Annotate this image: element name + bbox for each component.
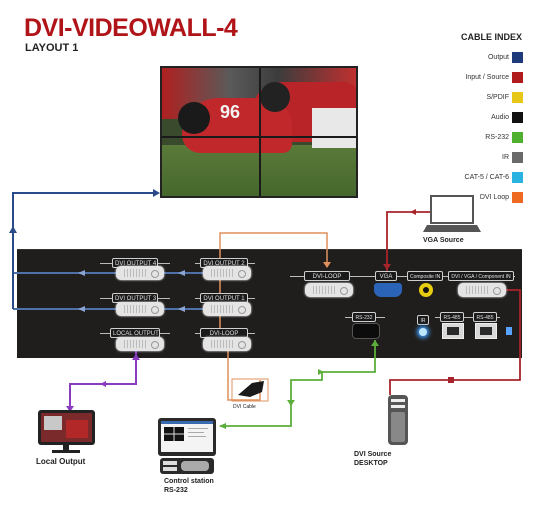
arrow-icon [287, 400, 295, 406]
arrow-icon [448, 377, 454, 383]
ir-sensor-icon [419, 328, 427, 336]
dvi-port-output-3[interactable] [116, 302, 164, 316]
control-station-caption-line1: Control station [164, 478, 214, 485]
dvi-port-output-1[interactable] [203, 302, 251, 316]
local-output-cable [69, 350, 137, 410]
arrow-icon [219, 423, 226, 429]
arrow-icon [323, 262, 331, 268]
control-station-caption: Control station RS-232 [164, 477, 214, 495]
port-label-vga: VGA [375, 271, 397, 281]
arrow-icon [383, 264, 391, 270]
output-cable [12, 192, 158, 309]
control-station-caption-line2: RS-232 [164, 487, 188, 494]
dvi-port-loop-in[interactable] [305, 283, 353, 297]
dvi-source-caption-line1: DVI Source [354, 451, 392, 458]
composite-rca-port[interactable] [419, 283, 433, 297]
arrow-icon [153, 189, 160, 197]
port-label-ir: IR [417, 315, 429, 325]
arrow-icon [371, 340, 379, 346]
arrow-icon [100, 381, 106, 387]
arrow-icon [410, 209, 416, 215]
control-station-icon [158, 418, 216, 474]
dvi-port-output-4[interactable] [116, 266, 164, 280]
vga-port[interactable] [374, 283, 402, 297]
rs232-port[interactable] [352, 323, 380, 339]
port-label-composite-in: Composite IN [407, 271, 443, 281]
arrow-icon [78, 306, 85, 312]
arrow-icon [178, 270, 185, 276]
local-output-caption: Local Output [36, 457, 86, 466]
dvi-source-caption-line2: DESKTOP [354, 460, 388, 467]
status-led-icon [506, 327, 512, 335]
port-label-rs485-1: RS-485 [440, 312, 464, 322]
dvi-source-caption: DVI Source DESKTOP [354, 450, 391, 468]
port-label-dvi-loop-in: DVI-LOOP [304, 271, 350, 281]
port-label-rs232: RS-232 [352, 312, 376, 322]
cable-diagram [9, 189, 521, 474]
laptop-icon [423, 195, 481, 232]
arrow-icon [178, 306, 185, 312]
arrow-icon [78, 270, 85, 276]
dvi-source-cable [389, 289, 521, 395]
rs485-port-2[interactable] [475, 323, 497, 339]
port-label-rs485-2: RS-485 [473, 312, 497, 322]
local-output-monitor-icon [38, 410, 95, 453]
dvi-port-input[interactable] [458, 283, 506, 297]
arrow-icon [132, 354, 140, 360]
port-label-dvi-vga-component-in: DVI / VGA / Component IN [448, 271, 514, 281]
dvi-port-output-2[interactable] [203, 266, 251, 280]
dvi-port-local-output[interactable] [116, 337, 164, 351]
rs485-port-1[interactable] [442, 323, 464, 339]
desktop-tower-icon [388, 395, 408, 445]
rs232-cable [220, 340, 376, 427]
vga-source-caption: VGA Source [423, 237, 464, 244]
arrow-icon [9, 226, 17, 233]
dvi-port-loop-out[interactable] [203, 337, 251, 351]
arrow-icon [318, 369, 324, 375]
dvi-cable-caption: DVI Cable [233, 404, 256, 410]
